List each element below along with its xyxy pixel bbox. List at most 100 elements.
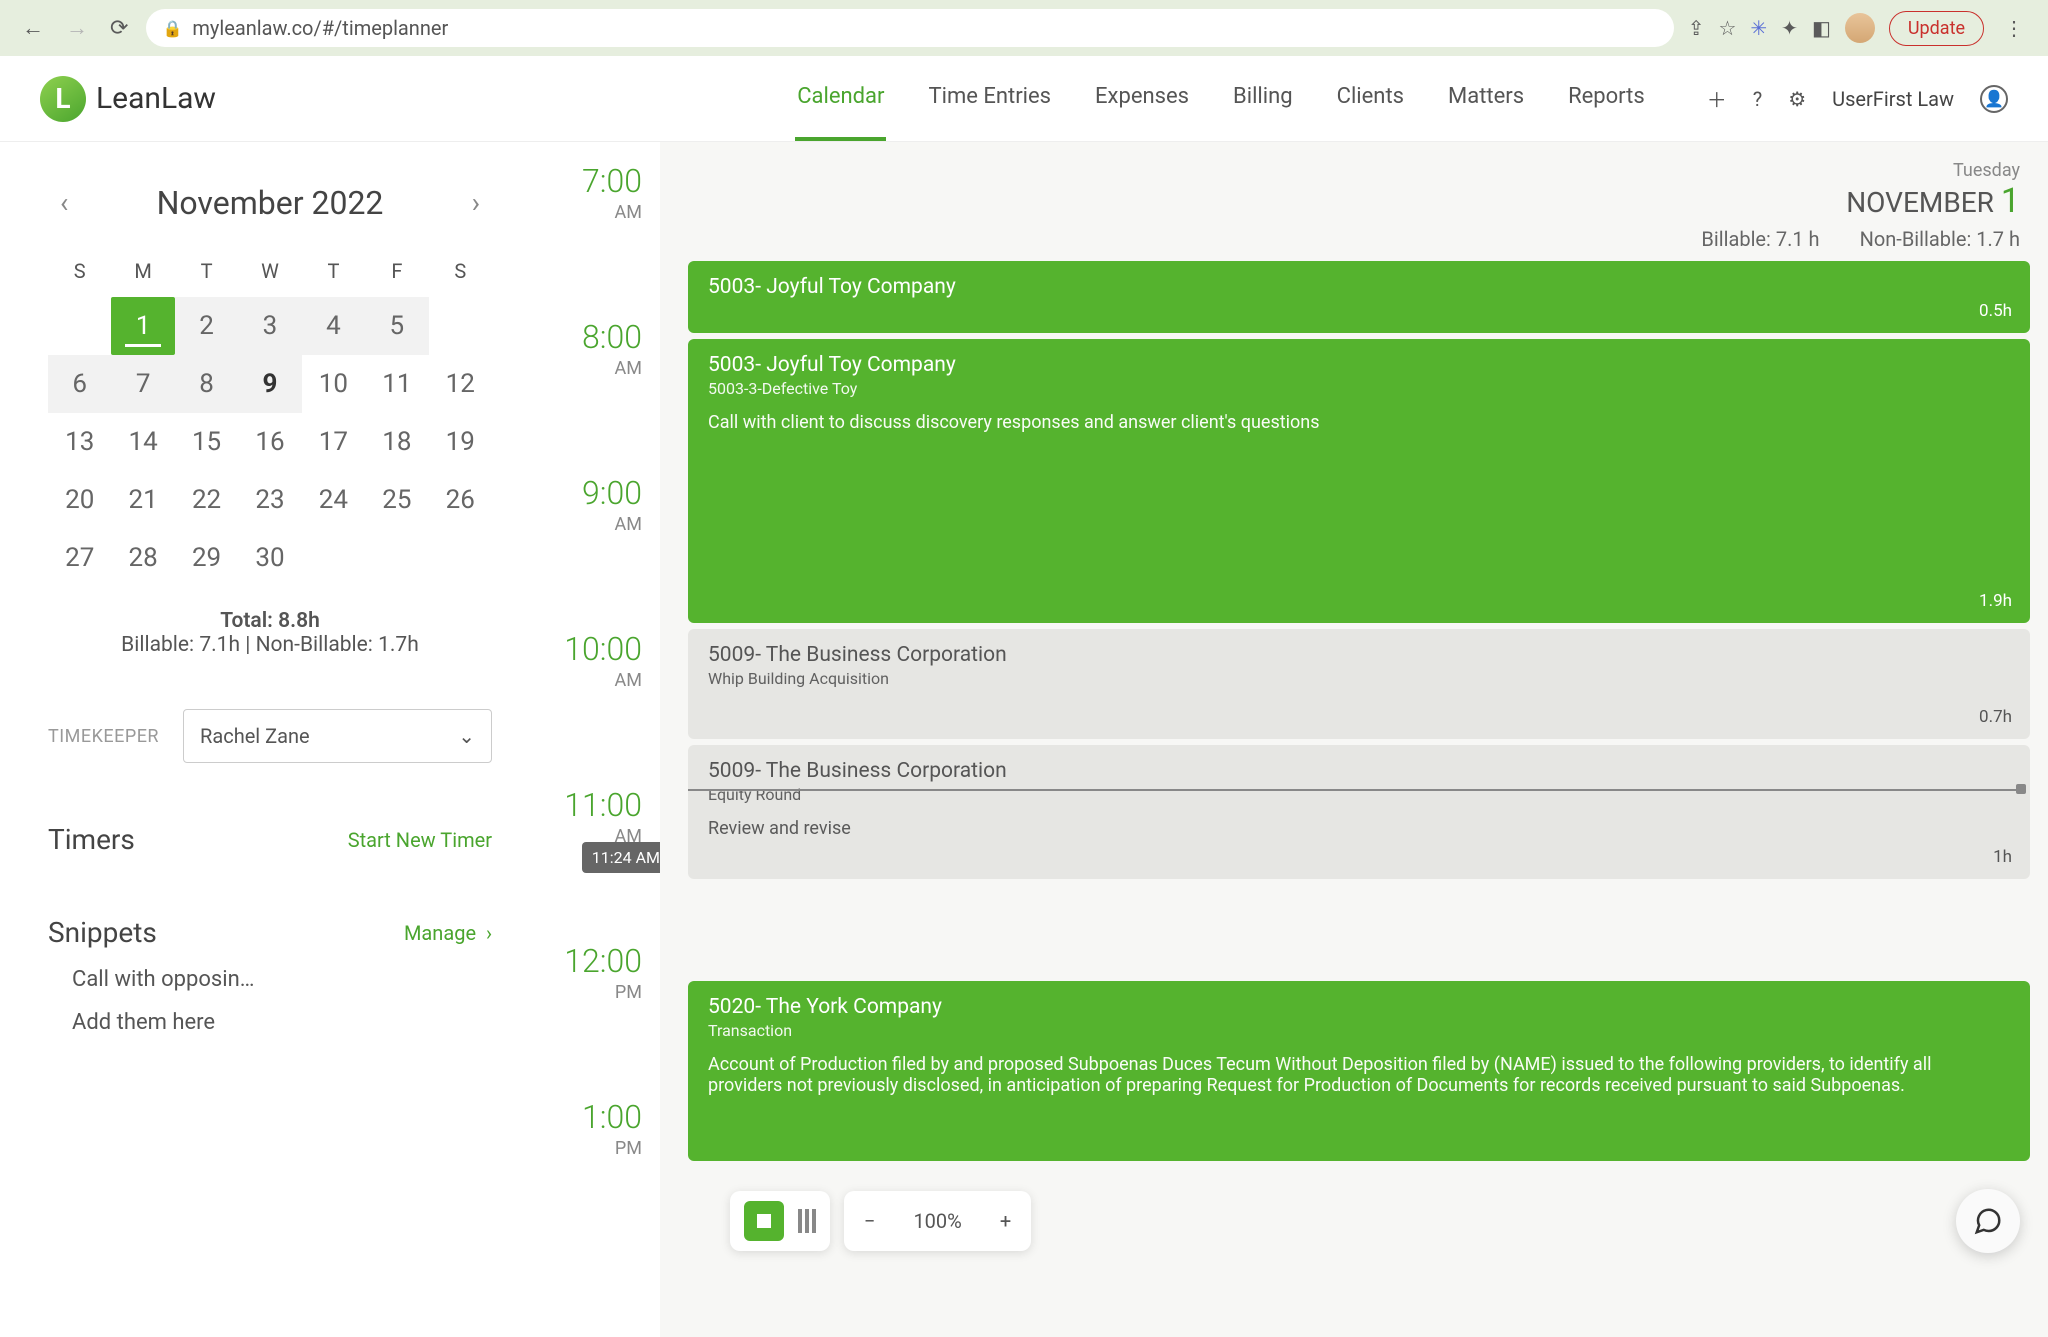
forward-icon[interactable]: → xyxy=(62,11,92,45)
reload-icon[interactable]: ⟳ xyxy=(106,12,132,45)
cal-day[interactable]: 18 xyxy=(365,413,428,471)
cal-day[interactable]: 4 xyxy=(302,297,365,355)
chevron-down-icon: ⌄ xyxy=(458,724,475,748)
cal-day[interactable]: 24 xyxy=(302,471,365,529)
cal-day[interactable]: 27 xyxy=(48,529,111,587)
events-column: Tuesday NOVEMBER 1 Billable: 7.1 h Non-B… xyxy=(660,142,2048,1337)
calendar-title: November 2022 xyxy=(157,184,384,222)
cal-day[interactable]: 28 xyxy=(111,529,174,587)
nav-matters[interactable]: Matters xyxy=(1446,56,1526,141)
snippet-item[interactable]: Call with opposin… xyxy=(48,949,492,992)
time-slot: 10:00AM xyxy=(540,630,642,786)
logo[interactable]: L LeanLaw xyxy=(40,76,216,122)
help-icon[interactable]: ? xyxy=(1753,87,1762,111)
cal-day[interactable]: 11 xyxy=(365,355,428,413)
cal-day[interactable]: 5 xyxy=(365,297,428,355)
day-date: NOVEMBER 1 xyxy=(698,181,2020,221)
current-time-badge: 11:24 AM xyxy=(582,842,670,873)
day-header: Tuesday NOVEMBER 1 Billable: 7.1 h Non-B… xyxy=(688,142,2030,261)
zoom-level: 100% xyxy=(913,1209,961,1233)
cal-day[interactable]: 2 xyxy=(175,297,238,355)
profile-avatar[interactable] xyxy=(1845,13,1875,43)
cal-day[interactable]: 9 xyxy=(238,355,301,413)
timekeeper-value: Rachel Zane xyxy=(200,724,310,748)
prev-month-icon[interactable]: ‹ xyxy=(48,182,80,223)
nav-clients[interactable]: Clients xyxy=(1335,56,1406,141)
nav-time-entries[interactable]: Time Entries xyxy=(926,56,1053,141)
nav-billing[interactable]: Billing xyxy=(1231,56,1295,141)
event-block[interactable]: 5003- Joyful Toy Company 5003-3-Defectiv… xyxy=(688,339,2030,623)
cal-day[interactable]: 14 xyxy=(111,413,174,471)
start-timer-link[interactable]: Start New Timer xyxy=(348,828,492,852)
cal-day[interactable]: 25 xyxy=(365,471,428,529)
cal-day[interactable]: 3 xyxy=(238,297,301,355)
bookmark-icon[interactable]: ☆ xyxy=(1718,16,1736,40)
gear-icon[interactable]: ⚙ xyxy=(1788,87,1806,111)
calendar-header: ‹ November 2022 › xyxy=(48,182,492,223)
cal-day[interactable]: 17 xyxy=(302,413,365,471)
cal-day[interactable]: 23 xyxy=(238,471,301,529)
cal-dow: F xyxy=(365,251,428,297)
total-breakdown: Billable: 7.1h | Non-Billable: 1.7h xyxy=(48,633,492,657)
plus-icon[interactable]: ＋ xyxy=(1707,84,1727,113)
cal-day[interactable]: 15 xyxy=(175,413,238,471)
chat-widget[interactable] xyxy=(1956,1189,2020,1253)
cal-day[interactable]: 13 xyxy=(48,413,111,471)
event-block[interactable]: 5020- The York Company Transaction Accou… xyxy=(688,981,2030,1161)
cal-day[interactable]: 12 xyxy=(429,355,492,413)
calendar-grid: SMTWTFS 12345678910111213141516171819202… xyxy=(48,251,492,587)
time-planner: 7:00AM8:00AM9:00AM10:00AM11:00AM12:00PM1… xyxy=(540,142,2048,1337)
pause-button[interactable] xyxy=(798,1209,816,1233)
zoom-out-button[interactable]: − xyxy=(858,1209,881,1233)
user-icon[interactable]: 👤 xyxy=(1980,85,2008,113)
cal-day[interactable]: 30 xyxy=(238,529,301,587)
cal-dow: M xyxy=(111,251,174,297)
cal-day[interactable]: 6 xyxy=(48,355,111,413)
nav-calendar[interactable]: Calendar xyxy=(795,56,886,141)
cal-day[interactable]: 10 xyxy=(302,355,365,413)
timers-section: Timers Start New Timer xyxy=(48,823,492,856)
cal-day[interactable]: 7 xyxy=(111,355,174,413)
puzzle-icon[interactable]: ✦ xyxy=(1781,16,1798,40)
back-icon[interactable]: ← xyxy=(18,11,48,45)
event-block[interactable]: 5009- The Business Corporation Equity Ro… xyxy=(688,745,2030,879)
snippet-item[interactable]: Add them here xyxy=(48,992,492,1035)
cal-day xyxy=(48,297,111,355)
day-billable: Billable: 7.1 h xyxy=(1701,227,1819,251)
cal-day[interactable]: 8 xyxy=(175,355,238,413)
nav-reports[interactable]: Reports xyxy=(1566,56,1647,141)
cal-day xyxy=(365,529,428,587)
nav-expenses[interactable]: Expenses xyxy=(1093,56,1191,141)
panel-icon[interactable]: ◧ xyxy=(1812,16,1831,40)
stop-button[interactable] xyxy=(744,1201,784,1241)
logo-mark: L xyxy=(40,76,86,122)
next-month-icon[interactable]: › xyxy=(460,182,492,223)
browser-menu-icon[interactable]: ⋮ xyxy=(1998,16,2030,40)
zoom-box: − 100% + xyxy=(844,1191,1031,1251)
manage-snippets-link[interactable]: Manage › xyxy=(404,921,492,945)
cal-day[interactable]: 22 xyxy=(175,471,238,529)
cal-day[interactable]: 16 xyxy=(238,413,301,471)
lock-icon: 🔒 xyxy=(162,19,182,38)
cal-day xyxy=(429,529,492,587)
day-of-week: Tuesday xyxy=(698,160,2020,181)
event-block[interactable]: 5003- Joyful Toy Company 0.5h xyxy=(688,261,2030,333)
zoom-in-button[interactable]: + xyxy=(994,1209,1017,1233)
cal-day xyxy=(429,297,492,355)
timekeeper-select[interactable]: Rachel Zane ⌄ xyxy=(183,709,492,763)
snippets-section: Snippets Manage › xyxy=(48,916,492,949)
cal-day[interactable]: 29 xyxy=(175,529,238,587)
cal-day[interactable]: 20 xyxy=(48,471,111,529)
extension-icon[interactable]: ✳ xyxy=(1750,16,1767,40)
event-block[interactable]: 5009- The Business Corporation Whip Buil… xyxy=(688,629,2030,739)
cal-day[interactable]: 26 xyxy=(429,471,492,529)
cal-day[interactable]: 19 xyxy=(429,413,492,471)
share-icon[interactable]: ⇪ xyxy=(1688,16,1705,40)
nav-right: ＋ ? ⚙ UserFirst Law 👤 xyxy=(1707,84,2008,113)
address-bar[interactable]: 🔒 myleanlaw.co/#/timeplanner xyxy=(146,9,1673,47)
firm-name[interactable]: UserFirst Law xyxy=(1832,87,1954,111)
cal-dow: S xyxy=(48,251,111,297)
cal-day[interactable]: 1 xyxy=(111,297,174,355)
cal-day[interactable]: 21 xyxy=(111,471,174,529)
update-button[interactable]: Update xyxy=(1889,11,1984,46)
